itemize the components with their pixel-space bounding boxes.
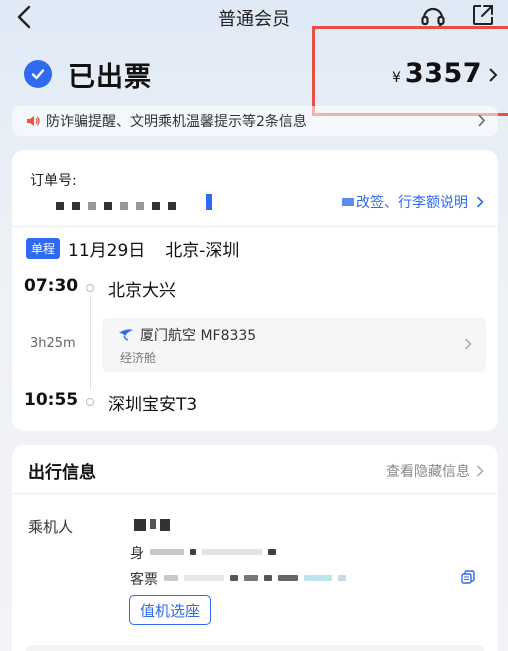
arrival-time: 10:55 [24, 390, 79, 410]
notice-text: 防诈骗提醒、文明乘机温馨提示等2条信息 [46, 114, 307, 130]
notice-bar[interactable]: 防诈骗提醒、文明乘机温馨提示等2条信息 [12, 106, 498, 136]
change-baggage-link-text: 改签、行李额说明 [356, 195, 468, 211]
trip-route: 北京-深圳 [165, 241, 240, 261]
order-card: 订单号: 改签、行李额说明 单程 11月29日 北京-深圳 07:30 北京大兴… [12, 150, 498, 431]
divider [12, 226, 498, 227]
arrival-airport: 深圳宝安T3 [108, 395, 198, 415]
check-circle-icon [24, 60, 52, 88]
cabin-class: 经济舱 [120, 351, 157, 365]
ticket-status-text: 已出票 [68, 61, 152, 93]
ticket-number-masked [164, 575, 346, 581]
view-hidden-info-text: 查看隐藏信息 [386, 464, 470, 480]
flight-info-box[interactable]: 厦门航空 MF8335 经济舱 [102, 318, 486, 372]
bottom-section-placeholder [26, 645, 484, 651]
chevron-right-icon [476, 196, 484, 208]
flight-duration: 3h25m [30, 336, 76, 351]
price-currency: ¥ [392, 70, 401, 86]
passenger-label: 乘机人 [28, 518, 74, 536]
trip-date: 11月29日 [68, 241, 146, 261]
timeline-dot [86, 398, 94, 406]
total-price[interactable]: ¥ 3357 [392, 58, 498, 89]
chevron-right-icon [464, 338, 472, 350]
travel-info-card: 出行信息 查看隐藏信息 乘机人 身 客票 值机选座 [12, 445, 498, 651]
trip-type-badge: 单程 [26, 238, 61, 259]
speaker-icon [27, 116, 40, 126]
chevron-right-icon [476, 465, 484, 477]
order-number-cursor [206, 194, 212, 210]
order-number-masked [56, 202, 176, 210]
departure-airport: 北京大兴 [108, 281, 176, 301]
ticket-status: 已出票 [24, 56, 152, 93]
view-hidden-info-link[interactable]: 查看隐藏信息 [386, 461, 484, 481]
timeline-dot [86, 284, 94, 292]
divider [12, 493, 498, 494]
airline-logo-icon [119, 329, 133, 341]
airline-flight-number: 厦门航空 MF8335 [140, 328, 257, 344]
departure-time: 07:30 [24, 276, 79, 296]
check-in-seat-button[interactable]: 值机选座 [129, 595, 212, 625]
passenger-name-masked [134, 519, 170, 531]
chevron-right-icon [489, 68, 498, 82]
id-number-label: 身 [130, 546, 144, 562]
share-icon[interactable] [471, 3, 495, 27]
ticket-number-label: 客票 [130, 572, 158, 588]
trip-header: 单程 11月29日 北京-深圳 [26, 236, 239, 261]
travel-info-title: 出行信息 [28, 463, 96, 483]
order-number-label: 订单号: [30, 173, 77, 189]
chevron-right-icon [478, 114, 486, 127]
price-amount: 3357 [404, 58, 483, 89]
id-number-masked [150, 549, 276, 555]
timeline-line [90, 295, 91, 390]
copy-icon[interactable] [461, 570, 475, 584]
info-icon [342, 198, 354, 206]
change-baggage-link[interactable]: 改签、行李额说明 [342, 192, 484, 212]
